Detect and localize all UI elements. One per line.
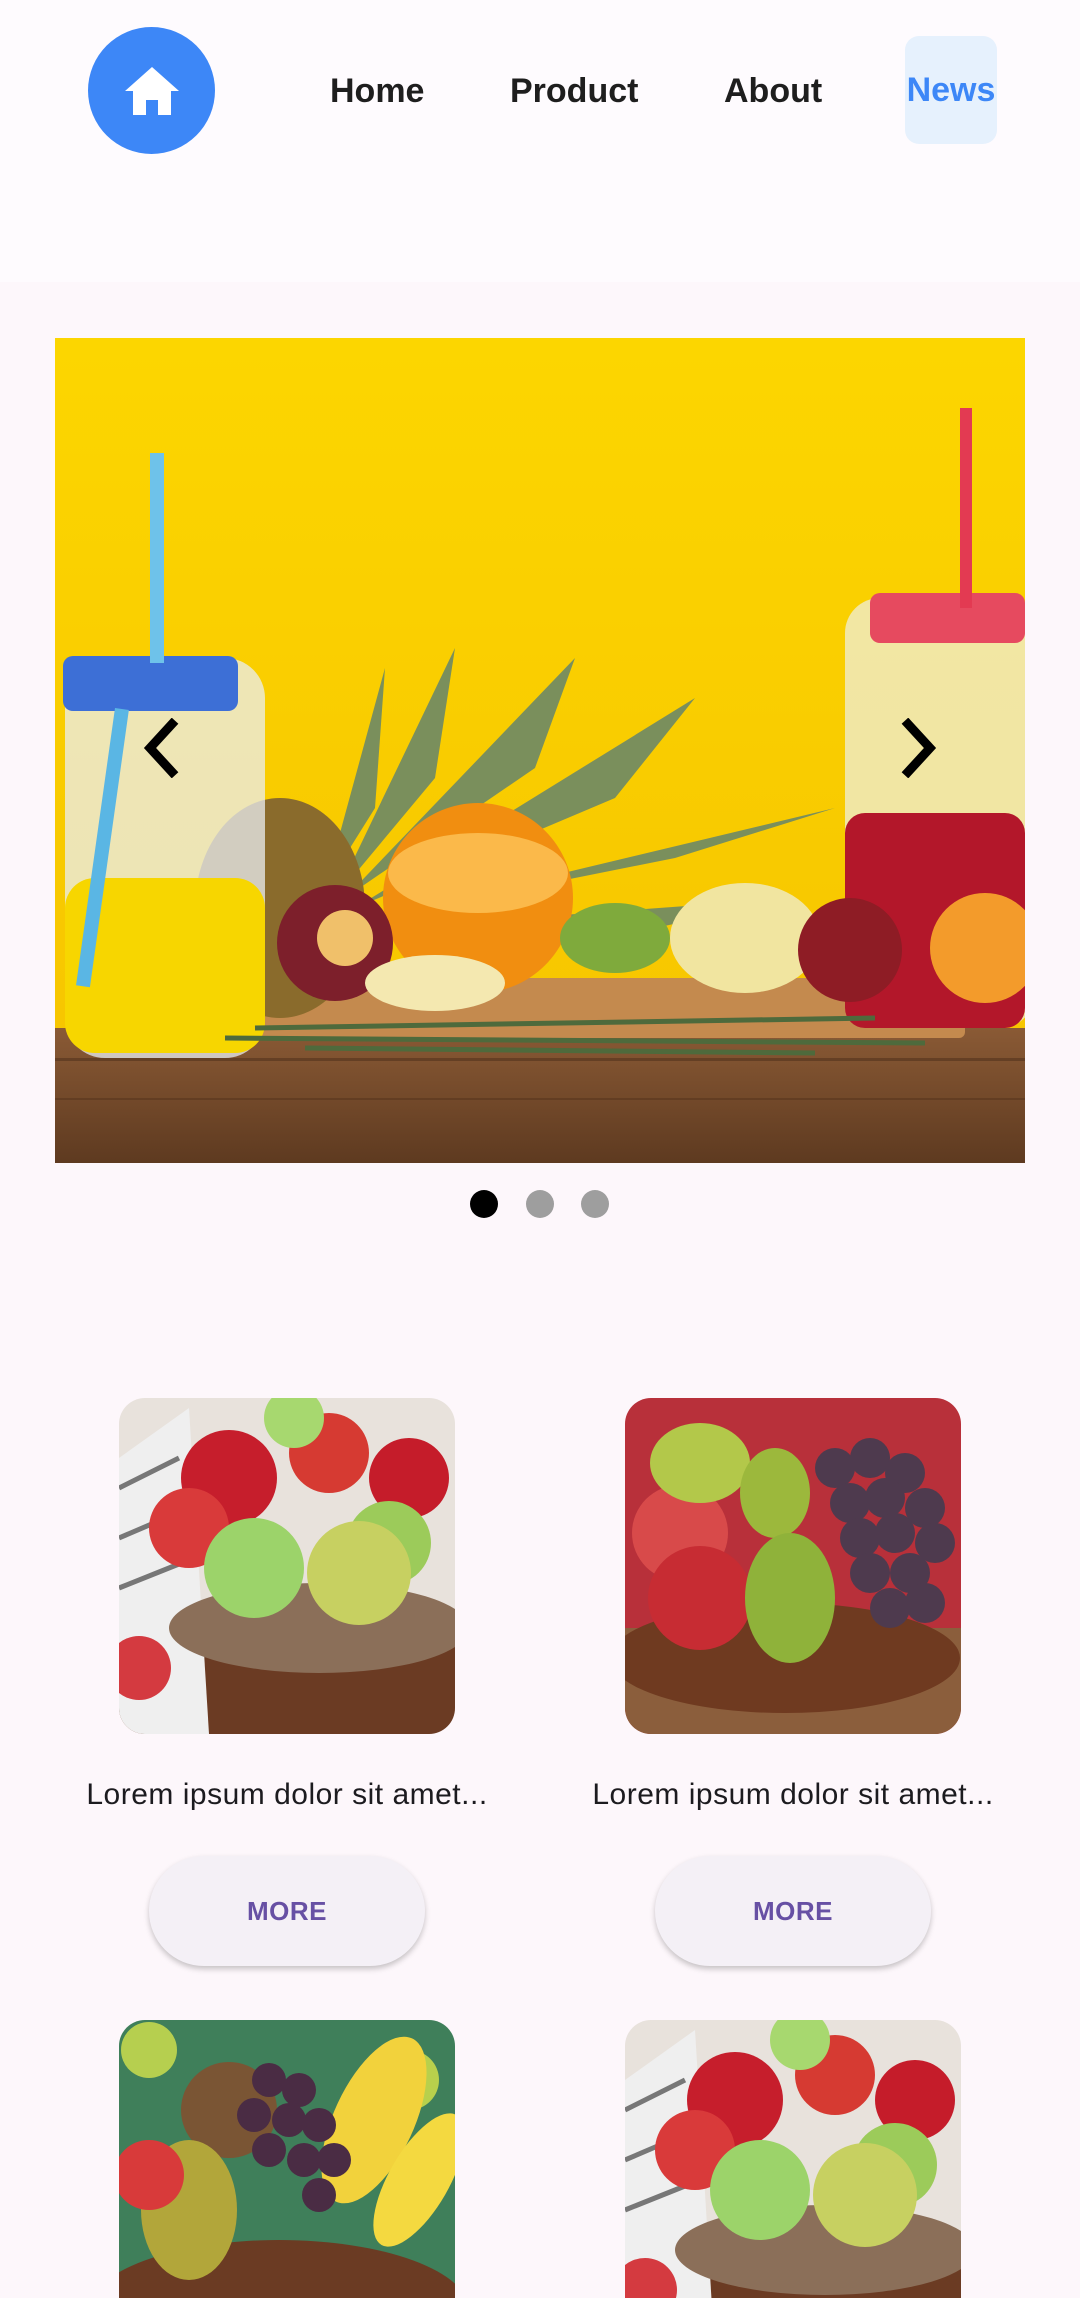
product-image-4[interactable] bbox=[625, 2020, 961, 2298]
pear-grape-basket-image bbox=[625, 1398, 961, 1734]
carousel-dot-1[interactable] bbox=[470, 1190, 498, 1218]
product-image-2[interactable] bbox=[625, 1398, 961, 1734]
home-icon bbox=[124, 66, 179, 115]
nav-about[interactable]: About bbox=[724, 60, 822, 122]
nav-news[interactable]: News bbox=[905, 36, 997, 144]
apple-basket-image bbox=[119, 1398, 455, 1734]
carousel-slide-image bbox=[55, 338, 1025, 1163]
product-title-1: Lorem ipsum dolor sit amet... bbox=[86, 1778, 488, 1811]
home-button[interactable] bbox=[88, 27, 215, 154]
carousel-indicator bbox=[0, 1190, 1080, 1218]
chevron-right-icon bbox=[901, 718, 937, 778]
carousel-dot-2[interactable] bbox=[526, 1190, 554, 1218]
nav-home[interactable]: Home bbox=[330, 60, 424, 122]
top-nav-bar: Home Product About News bbox=[0, 0, 1080, 282]
carousel-next-button[interactable] bbox=[890, 708, 950, 788]
more-button-2[interactable]: MORE bbox=[655, 1856, 931, 1966]
mixed-fruit-basket-image bbox=[119, 2020, 455, 2298]
carousel-prev-button[interactable] bbox=[130, 708, 190, 788]
product-title-2: Lorem ipsum dolor sit amet... bbox=[592, 1778, 994, 1811]
more-button-1[interactable]: MORE bbox=[149, 1856, 425, 1966]
product-image-3[interactable] bbox=[119, 2020, 455, 2298]
product-image-1[interactable] bbox=[119, 1398, 455, 1734]
nav-product[interactable]: Product bbox=[510, 60, 638, 122]
image-carousel[interactable] bbox=[55, 338, 1025, 1163]
apple-basket-image bbox=[625, 2020, 961, 2298]
carousel-dot-3[interactable] bbox=[581, 1190, 609, 1218]
chevron-left-icon bbox=[143, 718, 179, 778]
